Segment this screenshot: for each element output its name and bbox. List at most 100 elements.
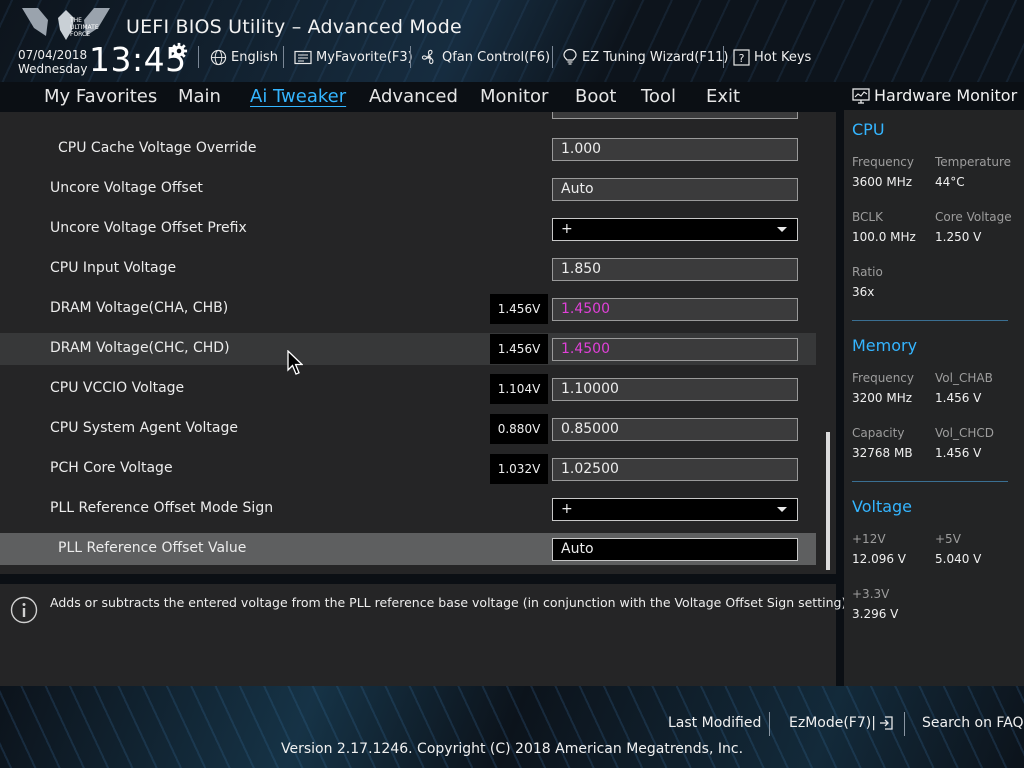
language-button[interactable]: English [210, 47, 278, 67]
footer-separator [769, 712, 770, 736]
monitor-icon [852, 87, 870, 104]
hot-keys-button[interactable]: ? Hot Keys [733, 47, 811, 67]
cpu-frequency-label: Frequency [852, 155, 914, 169]
globe-icon [210, 49, 227, 65]
qfan-control-button[interactable]: Qfan Control(F6) [420, 47, 550, 67]
myfavorite-button[interactable]: MyFavorite(F3) [294, 47, 413, 67]
setting-label: CPU Input Voltage [50, 260, 177, 276]
tab-ai-tweaker[interactable]: Ai Tweaker [250, 86, 346, 107]
dropdown-value: + [561, 501, 573, 517]
header-separator [198, 46, 199, 68]
last-modified-button[interactable]: Last Modified [668, 715, 761, 731]
tab-main[interactable]: Main [178, 86, 221, 107]
tab-my-favorites[interactable]: My Favorites [44, 86, 157, 107]
svg-text:?: ? [739, 52, 745, 65]
current-voltage-reading: 1.456V [490, 294, 548, 324]
setting-row[interactable]: Uncore Voltage Offset Prefix + [0, 213, 816, 245]
tab-exit[interactable]: Exit [706, 86, 740, 107]
setting-dropdown[interactable]: + [552, 218, 798, 241]
setting-value-field[interactable]: 1.02500 [552, 458, 798, 481]
current-voltage-reading: 1.104V [490, 374, 548, 404]
setting-value-field[interactable]: Auto [552, 178, 798, 201]
tab-boot[interactable]: Boot [575, 86, 616, 107]
header-separator [723, 46, 724, 68]
header-separator [552, 46, 553, 68]
setting-dropdown[interactable]: + [552, 498, 798, 521]
setting-label: CPU System Agent Voltage [50, 420, 238, 436]
setting-row[interactable]: PCH Core Voltage 1.032V 1.02500 [0, 453, 816, 485]
capacity-value: 32768 MB [852, 446, 913, 460]
tab-tool[interactable]: Tool [641, 86, 676, 107]
help-panel: Adds or subtracts the entered voltage fr… [0, 584, 850, 686]
setting-row[interactable]: Uncore Voltage Offset Auto [0, 173, 816, 205]
setting-row[interactable]: CPU System Agent Voltage 0.880V 0.85000 [0, 413, 816, 445]
setting-value-field[interactable]: 1.000 [552, 138, 798, 161]
v12-value: 12.096 V [852, 552, 907, 566]
v33-value: 3.296 V [852, 607, 899, 621]
vol-chcd-value: 1.456 V [935, 446, 982, 460]
setting-row-selected[interactable]: PLL Reference Offset Value Auto [0, 533, 816, 565]
setting-value-field[interactable]: 1.4500 [552, 338, 798, 361]
date-text: 07/04/2018 [18, 48, 88, 62]
setting-label: PCH Core Voltage [50, 460, 173, 476]
section-divider [852, 320, 1008, 321]
cpu-frequency-value: 3600 MHz [852, 175, 913, 189]
setting-label: DRAM Voltage(CHC, CHD) [50, 340, 230, 356]
favorite-icon [294, 50, 312, 64]
help-text: Adds or subtracts the entered voltage fr… [50, 595, 851, 610]
clipped-setting-field[interactable] [552, 112, 798, 119]
setting-label: DRAM Voltage(CHA, CHB) [50, 300, 229, 316]
mouse-cursor-icon [287, 350, 303, 375]
scrollbar-thumb[interactable] [826, 432, 830, 570]
setting-value-field[interactable]: 1.850 [552, 258, 798, 281]
core-voltage-label: Core Voltage [935, 210, 1012, 224]
header-bar: THE ULTIMATE FORCE UEFI BIOS Utility – A… [0, 0, 1024, 82]
dropdown-value: + [561, 221, 573, 237]
ez-tuning-wizard-button[interactable]: EZ Tuning Wizard(F11) [562, 47, 728, 67]
logo-text-the: THE [69, 17, 82, 24]
section-divider [852, 481, 1008, 482]
tab-bar: My Favorites Main Ai Tweaker Advanced Mo… [0, 82, 836, 112]
current-voltage-reading: 1.456V [490, 334, 548, 364]
hot-keys-label: Hot Keys [754, 49, 812, 65]
copyright-text: Version 2.17.1246. Copyright (C) 2018 Am… [280, 741, 744, 757]
memory-frequency-value: 3200 MHz [852, 391, 913, 405]
gear-icon[interactable] [170, 42, 188, 60]
setting-row[interactable]: CPU Cache Voltage Override 1.000 [0, 133, 816, 165]
bclk-value: 100.0 MHz [852, 230, 916, 244]
current-voltage-reading: 0.880V [490, 414, 548, 444]
logo-text-force: FORCE [70, 31, 90, 38]
v12-label: +12V [852, 532, 886, 546]
fan-icon [421, 49, 434, 65]
memory-section-title: Memory [852, 336, 918, 355]
qfan-control-label: Qfan Control(F6) [442, 49, 551, 65]
setting-label: PLL Reference Offset Mode Sign [50, 500, 274, 516]
setting-value-field[interactable]: 1.4500 [552, 298, 798, 321]
ezmode-button[interactable]: EzMode(F7)| [789, 715, 894, 731]
logo-text-ultimate: ULTIMATE [70, 24, 99, 31]
setting-row[interactable]: PLL Reference Offset Mode Sign + [0, 493, 816, 525]
setting-label: PLL Reference Offset Value [58, 540, 247, 556]
ratio-label: Ratio [852, 265, 883, 279]
v5-value: 5.040 V [935, 552, 982, 566]
setting-row[interactable]: CPU Input Voltage 1.850 [0, 253, 816, 285]
date-display: 07/04/2018 Wednesday [18, 48, 87, 76]
footer-bar: Last Modified EzMode(F7)| Search on FAQ … [0, 686, 1024, 768]
setting-row[interactable]: DRAM Voltage(CHA, CHB) 1.456V 1.4500 [0, 293, 816, 325]
setting-row[interactable]: CPU VCCIO Voltage 1.104V 1.10000 [0, 373, 816, 405]
setting-label: CPU Cache Voltage Override [58, 140, 257, 156]
setting-value-field[interactable]: Auto [552, 538, 798, 561]
chevron-down-icon [777, 227, 787, 232]
tab-advanced[interactable]: Advanced [369, 86, 458, 107]
header-separator [283, 46, 284, 68]
core-voltage-value: 1.250 V [935, 230, 982, 244]
setting-value-field[interactable]: 0.85000 [552, 418, 798, 441]
tab-monitor[interactable]: Monitor [480, 86, 548, 107]
v5-label: +5V [935, 532, 961, 546]
search-faq-button[interactable]: Search on FAQ [922, 715, 1024, 731]
setting-value-field[interactable]: 1.10000 [552, 378, 798, 401]
setting-row[interactable]: DRAM Voltage(CHC, CHD) 1.456V 1.4500 [0, 333, 816, 365]
ezmode-label: EzMode(F7)| [789, 715, 876, 731]
tuf-logo: THE ULTIMATE FORCE [22, 8, 110, 40]
memory-frequency-label: Frequency [852, 371, 914, 385]
